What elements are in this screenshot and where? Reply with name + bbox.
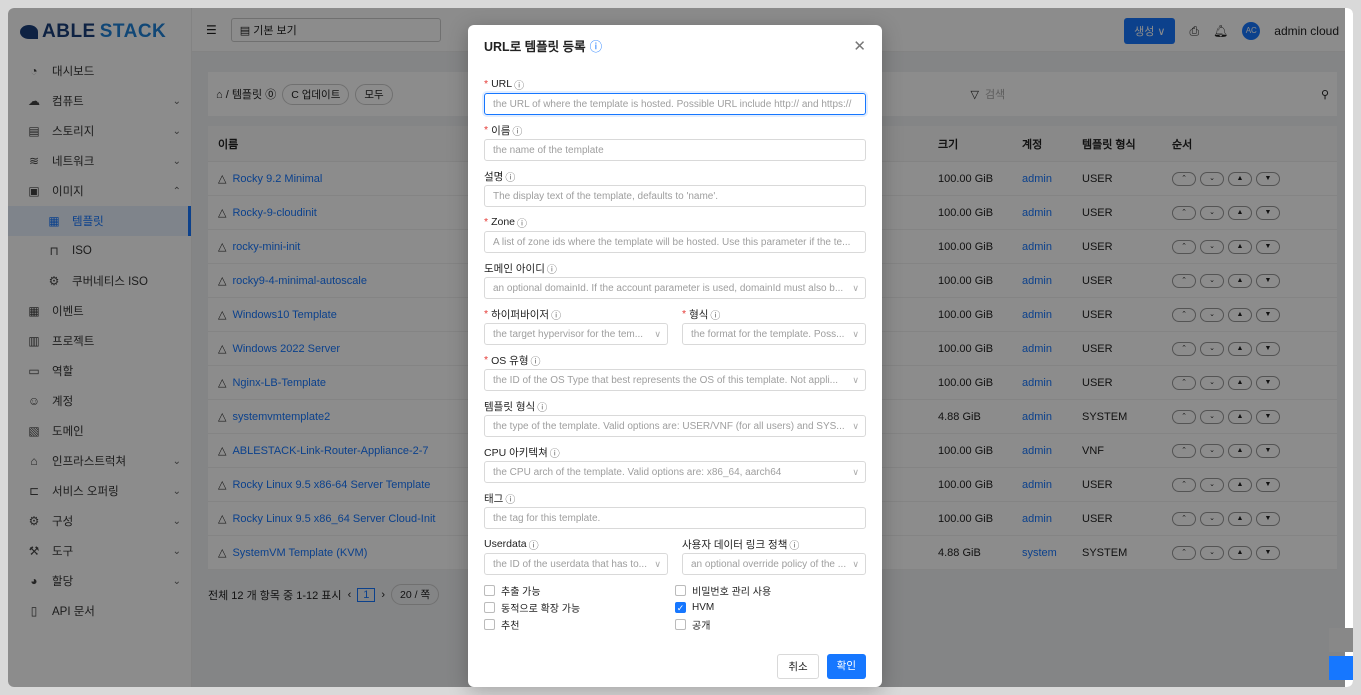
desc-label: 설명 ⓘ — [484, 170, 516, 184]
chevron-down-icon: ∨ — [654, 558, 661, 569]
info-icon: ⓘ — [528, 540, 539, 552]
modal-title-text: URL로 템플릿 등록 — [484, 39, 586, 54]
hypervisor-label: * 하이퍼바이저 ⓘ — [484, 308, 562, 322]
checkbox-label: 추천 — [501, 621, 520, 632]
chevron-down-icon: ∨ — [852, 558, 859, 569]
url-label: * URL ⓘ — [484, 78, 525, 92]
scrollbar[interactable] — [1345, 8, 1353, 687]
checkbox-option[interactable]: 추천 — [484, 617, 675, 632]
checkbox-label: 공개 — [692, 621, 711, 632]
hypervisor-select[interactable]: the target hypervisor for the tem... ∨ — [484, 323, 668, 345]
modal-footer: 취소 확인 — [777, 654, 866, 679]
checkbox-label: 동적으로 확장 가능 — [501, 604, 581, 615]
cpu-arch-select[interactable]: the CPU arch of the template. Valid opti… — [484, 461, 866, 483]
template-type-select[interactable]: the type of the template. Valid options … — [484, 415, 866, 437]
help-icon[interactable]: ⓘ — [590, 36, 603, 55]
format-select[interactable]: the format for the template. Poss... ∨ — [682, 323, 866, 345]
checkbox-icon[interactable] — [484, 602, 495, 613]
info-icon: ⓘ — [789, 540, 800, 552]
chevron-down-icon: ∨ — [852, 466, 859, 477]
url-field[interactable]: the URL of where the template is hosted.… — [484, 93, 866, 115]
info-icon: ⓘ — [517, 218, 528, 230]
chevron-down-icon: ∨ — [852, 420, 859, 431]
name-label: * 이름 ⓘ — [484, 124, 523, 138]
info-icon: ⓘ — [512, 126, 523, 138]
cancel-button[interactable]: 취소 — [777, 654, 819, 679]
info-icon: ⓘ — [710, 310, 721, 322]
info-icon: ⓘ — [549, 448, 560, 460]
userdata-policy-label: 사용자 데이터 링크 정책 ⓘ — [682, 538, 800, 552]
chevron-down-icon: ∨ — [852, 374, 859, 385]
format-label: * 형식 ⓘ — [682, 308, 721, 322]
info-icon: ⓘ — [505, 494, 516, 506]
checkbox-option[interactable]: 공개 — [675, 617, 866, 632]
checkbox-icon[interactable] — [484, 585, 495, 596]
checkbox-label: 비밀번호 관리 사용 — [692, 587, 772, 598]
checkbox-option[interactable]: 동적으로 확장 가능 — [484, 600, 675, 615]
checkbox-icon[interactable] — [675, 619, 686, 630]
close-icon[interactable]: ✕ — [853, 37, 866, 55]
register-template-modal: URL로 템플릿 등록 ⓘ ✕ * URL ⓘ the URL of where th… — [468, 25, 882, 687]
ostype-select[interactable]: the ID of the OS Type that best represen… — [484, 369, 866, 391]
checkbox-checked-icon[interactable]: ✓ — [675, 602, 686, 613]
userdata-label: Userdata ⓘ — [484, 538, 539, 552]
option-checkboxes: 추출 가능 비밀번호 관리 사용동적으로 확장 가능 ✓ HVM 추천 공개 — [484, 583, 866, 632]
template-type-label: 템플릿 형식 ⓘ — [484, 400, 548, 414]
info-icon: ⓘ — [514, 80, 525, 92]
chevron-down-icon: ∨ — [852, 328, 859, 339]
modal-form: * URL ⓘ the URL of where the template is h… — [468, 65, 882, 632]
checkbox-label: 추출 가능 — [501, 587, 541, 598]
tag-label: 태그 ⓘ — [484, 492, 516, 506]
cpu-arch-label: CPU 아키텍쳐 ⓘ — [484, 446, 560, 460]
checkbox-option[interactable]: 비밀번호 관리 사용 — [675, 583, 866, 598]
info-icon: ⓘ — [530, 356, 541, 368]
checkbox-label: HVM — [692, 602, 715, 613]
settings-fab-icon[interactable] — [1329, 656, 1353, 680]
domain-label: 도메인 아이디 ⓘ — [484, 262, 557, 276]
userdata-policy-select[interactable]: an optional override policy of the ... ∨ — [682, 553, 866, 575]
checkbox-icon[interactable] — [675, 585, 686, 596]
side-tool-icon[interactable] — [1329, 628, 1353, 652]
zone-select[interactable]: A list of zone ids where the template wi… — [484, 231, 866, 253]
name-field[interactable]: the name of the template — [484, 139, 866, 161]
zone-label: * Zone ⓘ — [484, 216, 528, 230]
info-icon: ⓘ — [546, 264, 557, 276]
ostype-label: * OS 유형 ⓘ — [484, 354, 541, 368]
info-icon: ⓘ — [551, 310, 562, 322]
info-icon: ⓘ — [537, 402, 548, 414]
modal-title: URL로 템플릿 등록 ⓘ — [468, 25, 882, 65]
chevron-down-icon: ∨ — [654, 328, 661, 339]
checkbox-option[interactable]: 추출 가능 — [484, 583, 675, 598]
domain-select[interactable]: an optional domainId. If the account par… — [484, 277, 866, 299]
tag-field[interactable]: the tag for this template. — [484, 507, 866, 529]
checkbox-icon[interactable] — [484, 619, 495, 630]
chevron-down-icon: ∨ — [852, 282, 859, 293]
ok-button[interactable]: 확인 — [826, 654, 866, 679]
description-field[interactable]: The display text of the template, defaul… — [484, 185, 866, 207]
checkbox-option[interactable]: ✓ HVM — [675, 600, 866, 615]
userdata-select[interactable]: the ID of the userdata that has to... ∨ — [484, 553, 668, 575]
info-icon: ⓘ — [505, 172, 516, 184]
